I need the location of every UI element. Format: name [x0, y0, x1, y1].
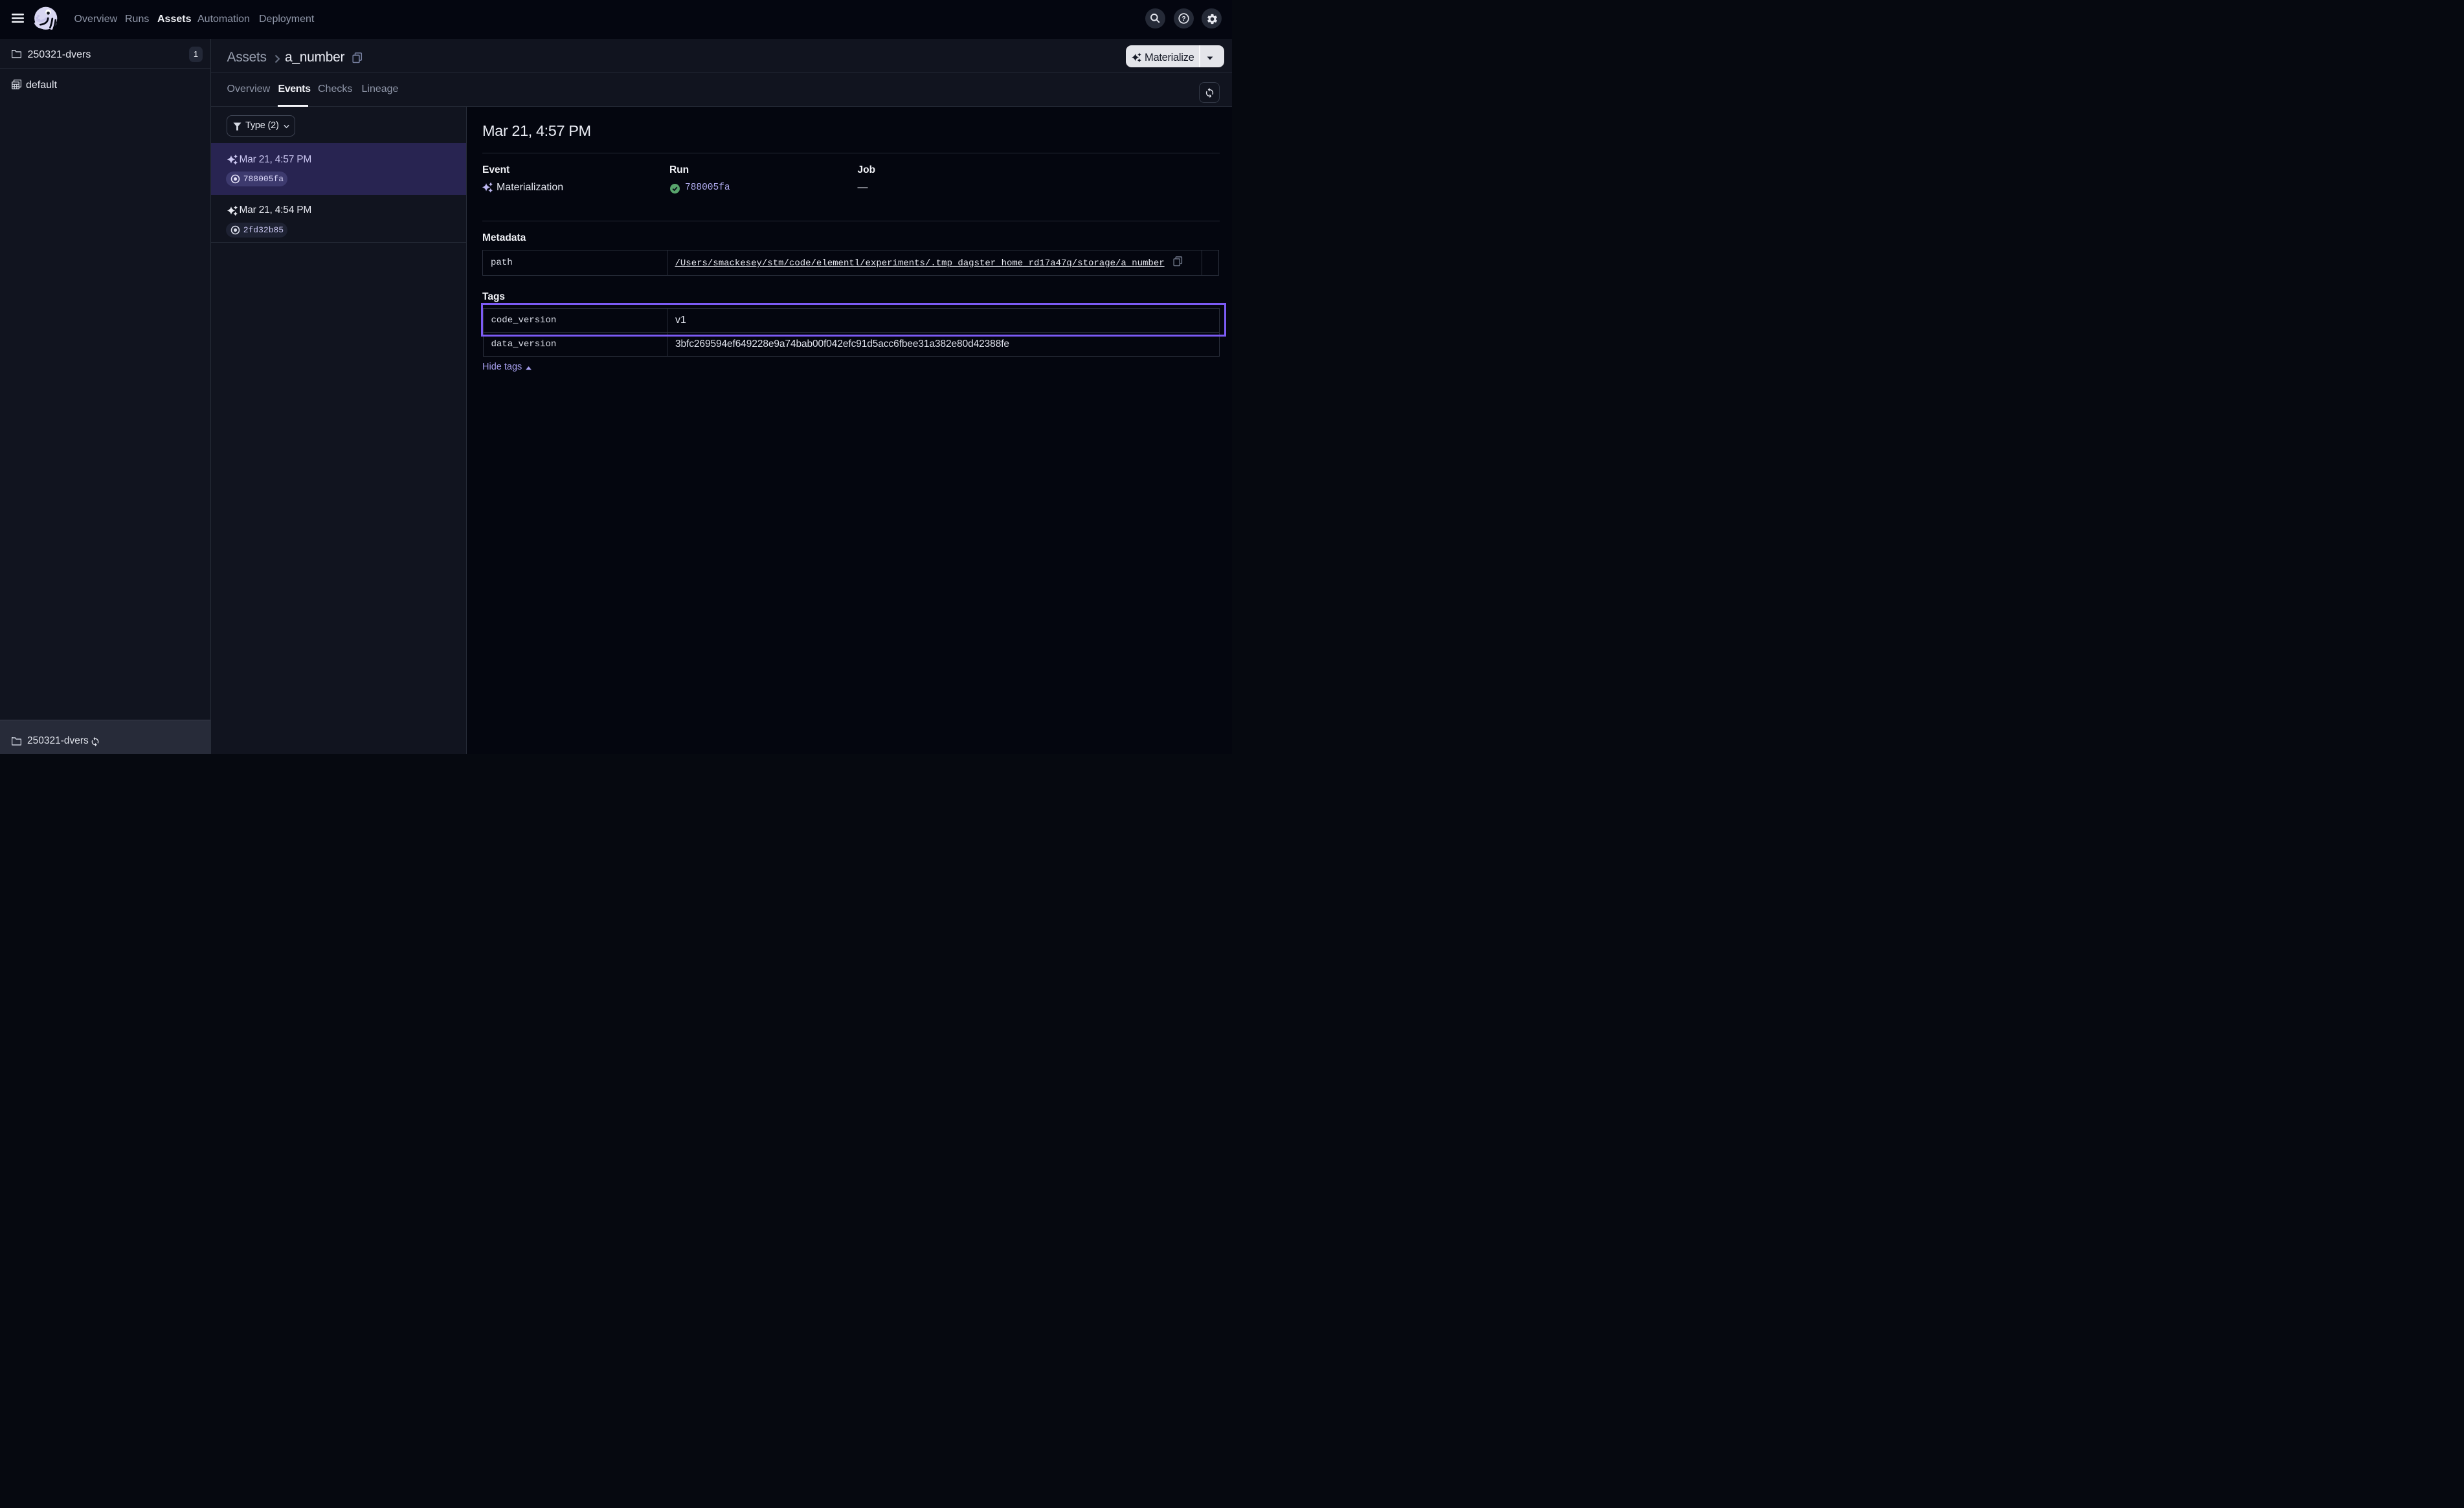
svg-text:?: ?: [1182, 15, 1185, 23]
